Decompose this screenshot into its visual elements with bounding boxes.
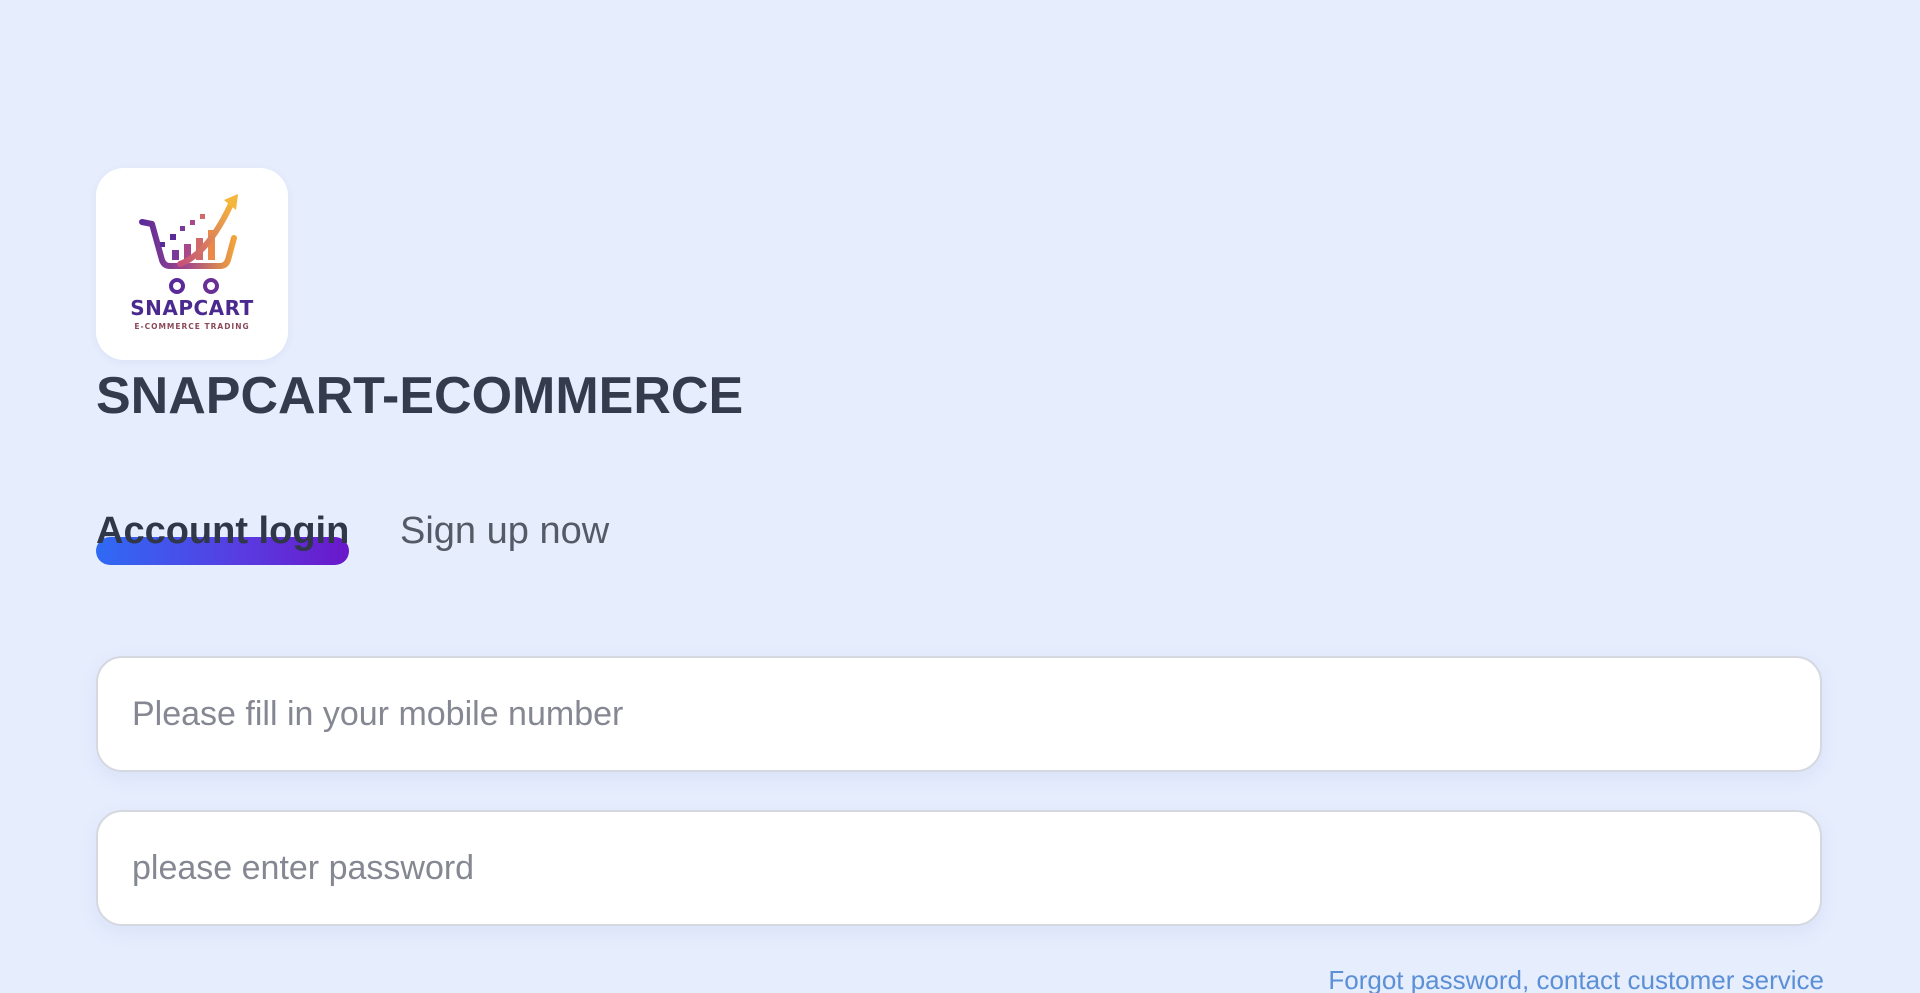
tab-account-login[interactable]: Account login bbox=[96, 510, 349, 553]
app-logo: SNAPCART E-COMMERCE TRADING bbox=[96, 168, 288, 360]
login-page: SNAPCART E-COMMERCE TRADING SNAPCART-ECO… bbox=[0, 0, 1920, 993]
mobile-number-field bbox=[96, 656, 1822, 772]
password-field bbox=[96, 810, 1822, 926]
logo-tagline: E-COMMERCE TRADING bbox=[134, 322, 250, 331]
mobile-number-input[interactable] bbox=[132, 658, 1772, 770]
forgot-password-link[interactable]: Forgot password, contact customer servic… bbox=[1328, 965, 1824, 993]
tab-sign-up[interactable]: Sign up now bbox=[400, 510, 609, 553]
password-input[interactable] bbox=[132, 812, 1772, 924]
shopping-cart-with-rising-arrow-icon bbox=[139, 194, 238, 294]
page-title: SNAPCART-ECOMMERCE bbox=[96, 367, 744, 425]
logo-name: SNAPCART bbox=[130, 296, 254, 320]
